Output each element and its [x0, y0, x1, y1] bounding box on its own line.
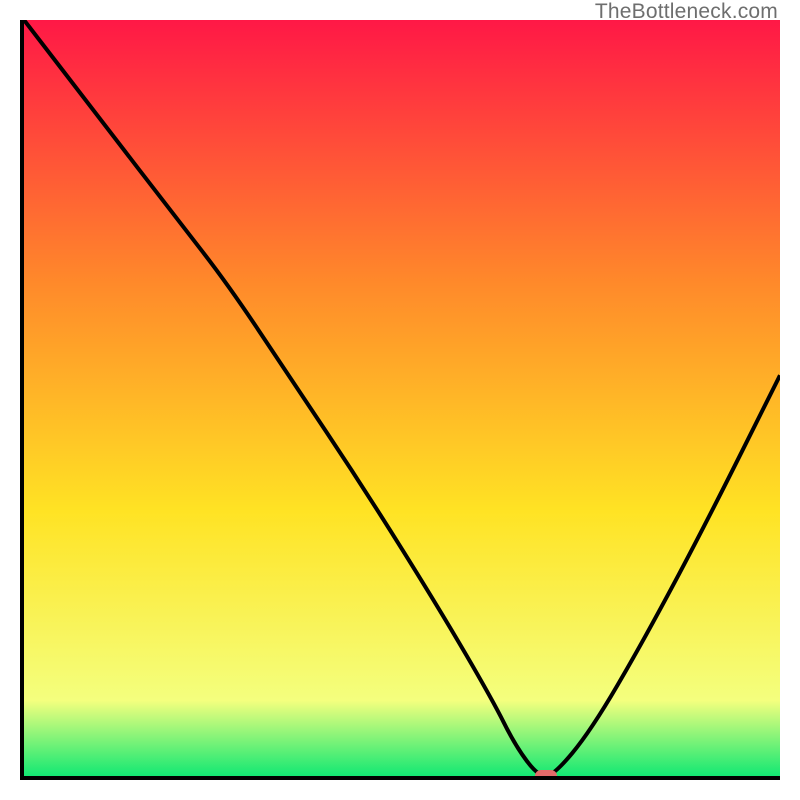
- chart-container: TheBottleneck.com: [0, 0, 800, 800]
- plot-area: [20, 20, 780, 780]
- bottleneck-curve: [24, 20, 780, 776]
- optimum-marker: [535, 770, 557, 780]
